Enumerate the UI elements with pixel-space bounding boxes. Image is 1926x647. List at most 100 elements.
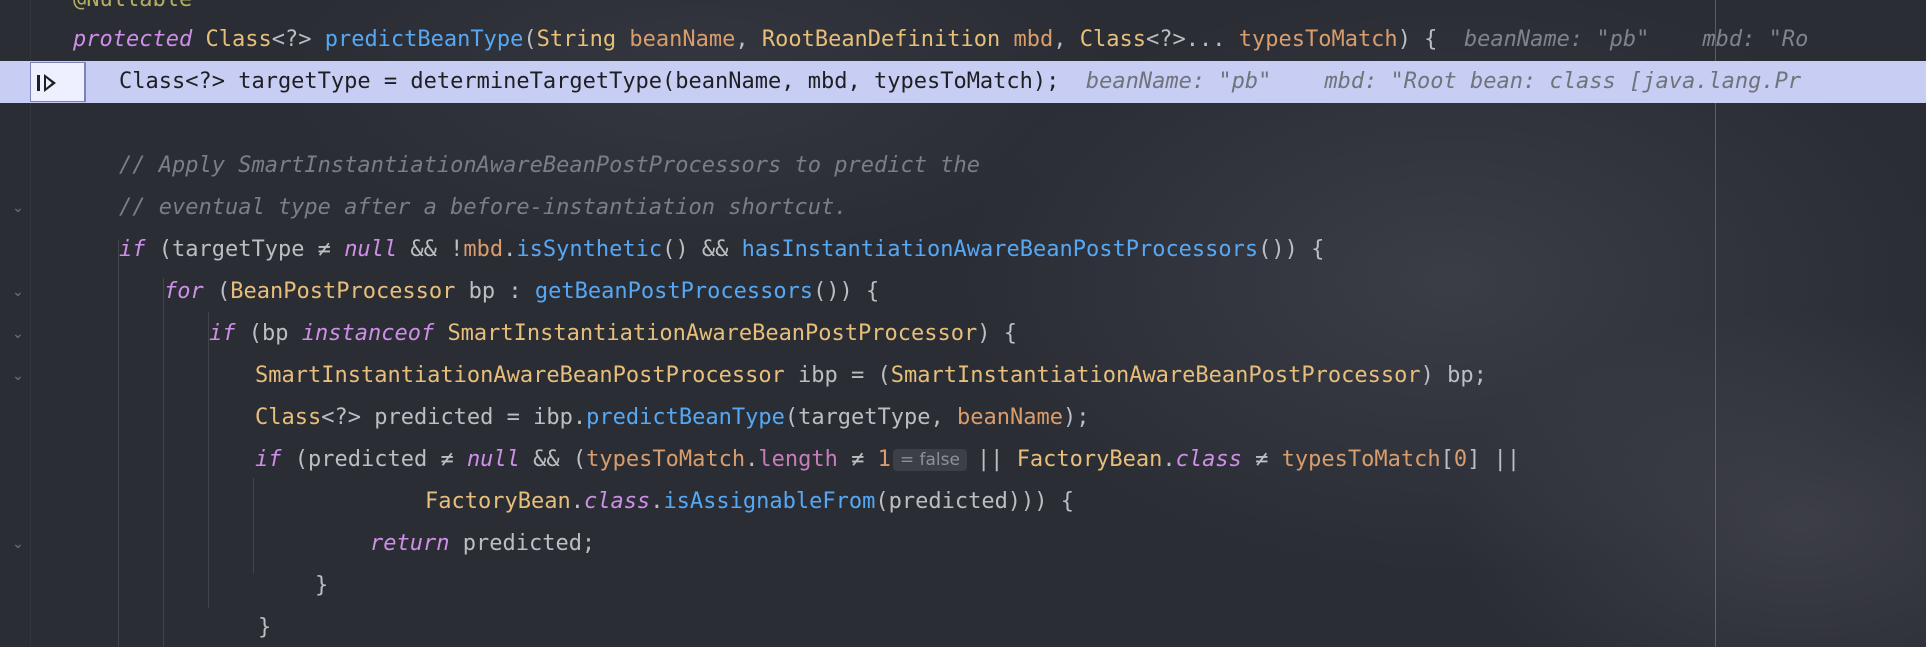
debug-inline-value[interactable]: mbd: "Ro xyxy=(1702,27,1808,52)
code-editor[interactable]: @Nullable ⌄ protected Class<?> predictBe… xyxy=(0,0,1926,647)
type-name: SmartInstantiationAwareBeanPostProcessor xyxy=(890,363,1421,388)
type-name: RootBeanDefinition xyxy=(761,27,1001,52)
keyword: for xyxy=(164,279,204,304)
code-text: predicted; xyxy=(449,531,596,556)
code-text: (bp xyxy=(235,321,302,346)
code-text: && ! xyxy=(397,237,464,262)
code-text: <?> xyxy=(271,27,312,52)
type-name: String xyxy=(536,27,617,52)
closing-brace: } xyxy=(315,573,329,598)
keyword: class xyxy=(583,489,651,514)
keyword: protected xyxy=(73,27,193,52)
code-line[interactable]: } xyxy=(0,565,1926,607)
code-text: (predicted ≠ xyxy=(281,447,467,472)
code-text: . xyxy=(745,447,759,472)
code-line[interactable]: ⌄ FactoryBean.class.isAssignableFrom(pre… xyxy=(0,481,1926,552)
code-line[interactable]: ⌄ if (bp instanceof SmartInstantiationAw… xyxy=(0,313,1926,384)
code-text: || xyxy=(976,447,1017,472)
code-text: . xyxy=(1162,447,1176,472)
keyword: if xyxy=(209,321,236,346)
type-name: Class xyxy=(205,27,272,52)
code-text: . xyxy=(650,489,664,514)
indent-guide xyxy=(85,62,86,102)
code-text: <?>... xyxy=(1146,27,1226,52)
keyword: instanceof xyxy=(301,321,435,346)
code-text: bp : xyxy=(455,279,535,304)
code-comment: // Apply SmartInstantiationAwareBeanPost… xyxy=(119,153,980,178)
keyword: class xyxy=(1175,447,1242,472)
parameter-name: typesToMatch xyxy=(1238,27,1398,52)
method-name: isSynthetic xyxy=(516,237,663,262)
code-text: ibp = ( xyxy=(784,363,891,388)
code-line[interactable]: return predicted; xyxy=(0,523,1926,565)
code-text: . xyxy=(570,489,584,514)
number-literal: 1 xyxy=(877,447,891,472)
debug-inline-value[interactable]: beanName: "pb" xyxy=(1086,69,1271,94)
code-line[interactable]: Class<?> predicted = ibp.predictBeanType… xyxy=(0,397,1926,439)
type-name: FactoryBean xyxy=(425,489,571,514)
code-line[interactable]: ⌄ protected Class<?> predictBeanType(Str… xyxy=(0,19,1926,90)
execution-point-icon[interactable] xyxy=(30,62,85,102)
parameter-name: mbd xyxy=(463,237,504,262)
number-literal: 0 xyxy=(1453,447,1468,472)
code-text: <?> predicted = ibp. xyxy=(321,405,587,430)
closing-brace: } xyxy=(258,615,272,640)
type-name: BeanPostProcessor xyxy=(230,279,456,304)
code-text: && ( xyxy=(519,447,587,472)
code-text: () && xyxy=(662,237,742,262)
debug-inline-value[interactable]: mbd: "Root bean: class [java.lang.Pr xyxy=(1324,69,1801,94)
parameter-name: typesToMatch xyxy=(586,447,746,472)
type-name: FactoryBean xyxy=(1016,447,1163,472)
code-line[interactable]: ⌄ if (targetType ≠ null && !mbd.isSynthe… xyxy=(0,229,1926,300)
code-text: ( xyxy=(523,27,537,52)
code-text: , xyxy=(1053,27,1067,52)
code-line[interactable]: @Nullable xyxy=(0,0,1926,21)
code-text: ≠ xyxy=(1241,447,1282,472)
code-line[interactable]: ⌄ // Apply SmartInstantiationAwareBeanPo… xyxy=(0,145,1926,216)
annotation: @Nullable xyxy=(73,0,192,21)
code-text: [ xyxy=(1440,447,1454,472)
code-text: ); xyxy=(1062,405,1090,430)
code-text: ()) { xyxy=(813,279,880,304)
type-name: Class xyxy=(1079,27,1146,52)
debug-value-hint[interactable]: = false xyxy=(892,449,967,471)
method-name: getBeanPostProcessors xyxy=(534,279,814,304)
keyword: if xyxy=(255,447,282,472)
method-name: isAssignableFrom xyxy=(663,489,876,514)
code-text: ) { xyxy=(977,321,1017,346)
debug-inline-value[interactable]: beanName: "pb" xyxy=(1464,27,1649,52)
parameter-name: beanName xyxy=(957,405,1063,430)
code-text: ≠ xyxy=(837,447,878,472)
field-name: length xyxy=(758,447,838,472)
code-text: (targetType ≠ xyxy=(145,237,345,262)
type-name: SmartInstantiationAwareBeanPostProcessor xyxy=(447,321,978,346)
code-text: ) bp; xyxy=(1420,363,1487,388)
type-name: Class xyxy=(255,405,322,430)
method-name: predictBeanType xyxy=(324,27,524,52)
code-comment: // eventual type after a before-instanti… xyxy=(119,195,848,220)
parameter-name: beanName xyxy=(629,27,736,52)
code-text: ()) { xyxy=(1258,237,1325,262)
code-text: ] || xyxy=(1467,447,1521,472)
code-text: , xyxy=(735,27,749,52)
method-name: hasInstantiationAwareBeanPostProcessors xyxy=(741,237,1259,262)
parameter-name: mbd xyxy=(1013,27,1054,52)
current-execution-line[interactable]: Class<?> targetType = determineTargetTyp… xyxy=(0,61,1926,103)
code-line[interactable]: // eventual type after a before-instanti… xyxy=(0,187,1926,229)
parameter-name: typesToMatch xyxy=(1281,447,1441,472)
type-name: SmartInstantiationAwareBeanPostProcessor xyxy=(255,363,785,388)
method-name: predictBeanType xyxy=(586,405,785,430)
code-line[interactable]: ⌄ for (BeanPostProcessor bp : getBeanPos… xyxy=(0,271,1926,342)
keyword: if xyxy=(119,237,146,262)
code-text: ) { xyxy=(1397,27,1438,52)
code-text: ( xyxy=(203,279,231,304)
code-text: . xyxy=(503,237,517,262)
code-line[interactable]: SmartInstantiationAwareBeanPostProcessor… xyxy=(0,355,1926,397)
keyword: null xyxy=(466,447,520,472)
keyword: null xyxy=(344,237,398,262)
code-text: (predicted))) { xyxy=(875,489,1075,514)
code-line[interactable]: } xyxy=(0,607,1926,647)
code-text: Class<?> targetType = determineTargetTyp… xyxy=(119,69,1060,94)
code-line[interactable]: if (predicted ≠ null && (typesToMatch.le… xyxy=(0,439,1926,481)
